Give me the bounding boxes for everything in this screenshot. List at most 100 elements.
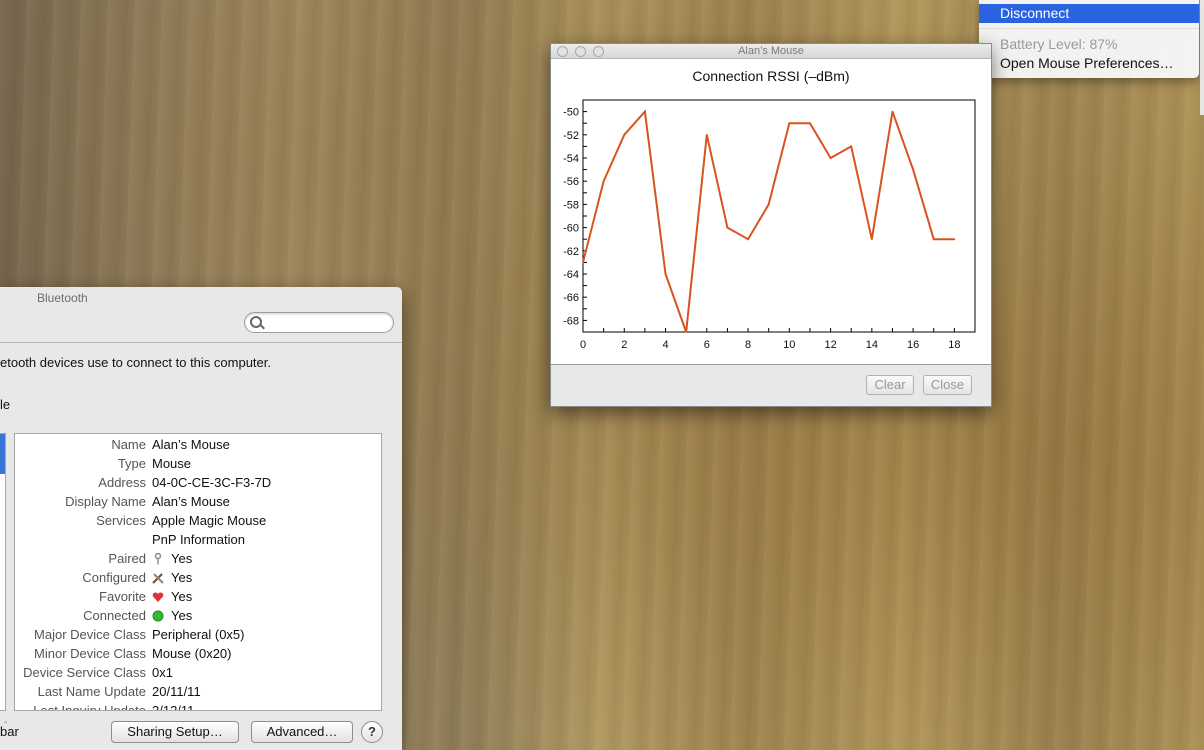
info-row-value-text: 04-0C-CE-3C-F3-7D — [152, 475, 272, 490]
info-row-value: Yes — [152, 568, 192, 587]
rssi-data-point — [644, 110, 646, 113]
device-list[interactable]: ‸ — [0, 433, 7, 723]
info-row-value-text: PnP Information — [152, 532, 245, 547]
y-tick-label: -54 — [563, 153, 579, 165]
menu-shadow-edge — [1200, 0, 1204, 115]
info-row-label: Name — [111, 437, 146, 452]
x-tick-label: 4 — [662, 339, 668, 351]
rssi-data-point — [912, 168, 914, 171]
info-row: Display Name Alan’s Mouse — [15, 492, 381, 511]
info-row-value: Apple Magic Mouse — [152, 511, 266, 530]
info-row: Connected Yes — [15, 606, 381, 625]
clear-button[interactable]: Clear — [866, 375, 914, 395]
device-list-selected-item[interactable] — [0, 434, 5, 474]
rssi-data-point — [788, 122, 791, 124]
x-tick-label: 6 — [704, 339, 710, 351]
info-row-value: PnP Information — [152, 530, 245, 549]
info-row-value: Mouse (0x20) — [152, 644, 231, 663]
heart-icon — [152, 589, 171, 604]
rssi-data-point — [726, 226, 729, 229]
help-button[interactable]: ? — [361, 721, 383, 743]
minimize-window-icon[interactable] — [575, 46, 586, 57]
rssi-window: Alan’s Mouse Connection RSSI (–dBm) 0 2 4 6… — [550, 43, 992, 407]
tools-icon — [152, 570, 171, 585]
rssi-data-point — [767, 203, 770, 206]
info-row-value: Yes — [152, 549, 192, 568]
info-row-label: Major Device Class — [34, 627, 146, 642]
info-row-label: Type — [117, 456, 146, 471]
rssi-data-point — [747, 238, 749, 240]
bluetooth-preferences-window: Bluetooth etooth devices use to connect … — [0, 287, 402, 750]
info-row-label: Display Name — [65, 494, 146, 509]
device-info-panel: Name Alan’s Mouse Type Mouse Address 04-0C-CE… — [14, 433, 382, 711]
y-tick-label: -52 — [563, 130, 579, 142]
info-row-value: 20/11/11 — [152, 682, 201, 701]
rssi-data-point — [685, 331, 687, 333]
rssi-data-point — [664, 273, 667, 275]
bluetooth-description-fragment: le — [0, 397, 11, 412]
show-bluetooth-in-menubar-label[interactable]: bar — [0, 724, 19, 739]
rssi-window-title: Alan’s Mouse — [738, 45, 804, 57]
info-row: Major Device Class Peripheral (0x5) — [15, 625, 381, 644]
advanced-button[interactable]: Advanced… — [251, 721, 353, 743]
info-row-label: Services — [96, 513, 146, 528]
close-window-icon[interactable] — [557, 46, 568, 57]
y-tick-label: -50 — [563, 107, 579, 119]
y-tick-label: -62 — [563, 246, 579, 258]
rssi-data-point — [602, 180, 605, 182]
close-button[interactable]: Close — [923, 375, 972, 395]
rssi-window-titlebar[interactable]: Alan’s Mouse — [551, 44, 991, 59]
info-row-value-text: 2/12/11 — [152, 703, 195, 711]
rssi-data-point — [582, 261, 584, 264]
info-row: Favorite Yes — [15, 587, 381, 606]
green-dot-icon — [152, 608, 171, 623]
rssi-data-point — [932, 238, 935, 240]
info-row: Minor Device Class Mouse (0x20) — [15, 644, 381, 663]
y-tick-label: -60 — [563, 223, 579, 235]
x-tick-label: 12 — [824, 339, 836, 351]
info-row-label: Address — [98, 475, 146, 490]
info-row: Address 04-0C-CE-3C-F3-7D — [15, 473, 381, 492]
bluetooth-description: etooth devices use to connect to this co… — [0, 355, 271, 370]
y-tick-label: -64 — [563, 269, 579, 281]
zoom-window-icon[interactable] — [593, 46, 604, 57]
rssi-data-point — [705, 134, 708, 136]
info-row-value-text: Yes — [171, 608, 193, 623]
menu-separator — [979, 28, 1199, 29]
y-tick-label: -56 — [563, 176, 579, 188]
info-row-value: Yes — [152, 606, 192, 625]
resize-caret-icon: ‸ — [4, 713, 8, 723]
bluetooth-window-title: Bluetooth — [37, 291, 88, 305]
info-row: Device Service Class 0x1 — [15, 663, 381, 682]
info-row-value-text: Apple Magic Mouse — [152, 513, 267, 528]
info-row-label: Paired — [108, 551, 146, 566]
menu-item-disconnect[interactable]: Disconnect — [979, 4, 1199, 23]
info-row: Last Inquiry Update 2/12/11 — [15, 701, 381, 711]
info-row-value-text: Peripheral (0x5) — [152, 627, 245, 642]
search-icon-handle — [260, 324, 265, 330]
search-field[interactable] — [244, 312, 394, 333]
info-row-value-text: 0x1 — [152, 665, 173, 680]
info-row: Type Mouse — [15, 454, 381, 473]
info-row-value: 0x1 — [152, 663, 173, 682]
x-tick-label: 14 — [866, 339, 878, 351]
info-row-value-text: Mouse (0x20) — [152, 646, 232, 661]
info-row-value-text: 20/11/11 — [152, 684, 201, 699]
info-row: Services Apple Magic Mouse — [15, 511, 381, 530]
rssi-line-chart: 0 2 4 6 8 10 12 14 16 18 -50 -52 -54 -56 -58 -60 -62 -64 -… — [563, 99, 976, 351]
info-row: PnP Information — [15, 530, 381, 549]
info-row-label: Minor Device Class — [34, 646, 146, 661]
x-tick-label: 8 — [745, 339, 751, 351]
info-row-value: Yes — [152, 587, 192, 606]
sharing-setup-button[interactable]: Sharing Setup… — [111, 721, 239, 743]
info-row-value-text: Mouse — [152, 456, 192, 471]
rssi-data-point — [850, 145, 853, 148]
menu-item-open-mouse-preferences[interactable]: Open Mouse Preferences… — [979, 54, 1199, 73]
info-row-label: Last Inquiry Update — [33, 703, 146, 711]
info-row-label: Device Service Class — [23, 665, 146, 680]
info-row-label: Configured — [82, 570, 146, 585]
x-tick-label: 18 — [948, 339, 960, 351]
menu-item-battery-level: Battery Level: 87% — [1000, 36, 1118, 52]
info-row-value: Alan’s Mouse — [152, 492, 230, 511]
info-row-value-text: Yes — [171, 570, 193, 585]
